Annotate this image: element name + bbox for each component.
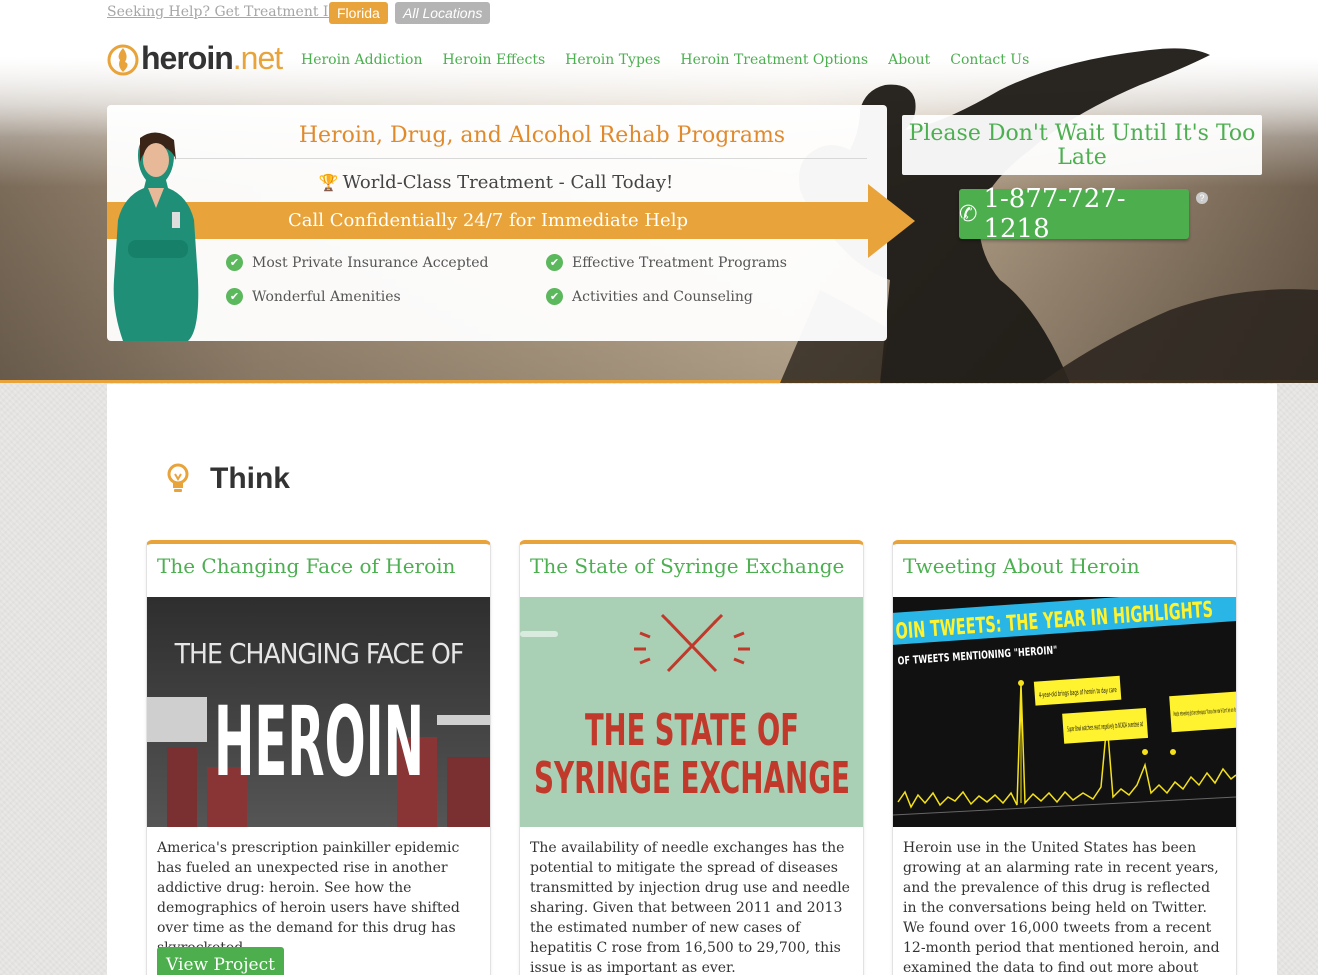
syringe-exchange-graphic: THE STATE OF SYRINGE EXCHANGE [520,597,863,827]
top-bar: Seeking Help? Get Treatment In: Florida … [0,0,1318,27]
check-label: Activities and Counseling [572,288,753,305]
nav-heroin-addiction[interactable]: Heroin Addiction [301,52,422,68]
location-florida-button[interactable]: Florida [329,2,388,24]
graphic-line2: HEROIN [214,686,424,798]
section-title: Think [210,462,290,495]
location-all-button[interactable]: All Locations [395,2,491,24]
help-question-icon[interactable]: ? [1196,192,1208,204]
check-item-activities: ✔ Activities and Counseling [546,288,753,305]
trophy-icon: 🏆 [318,173,339,192]
card-title[interactable]: Tweeting About Heroin [903,554,1140,578]
check-circle-icon: ✔ [226,254,243,271]
check-label: Most Private Insurance Accepted [252,254,489,271]
seeking-help-link[interactable]: Seeking Help? Get Treatment In: [107,4,342,20]
logo-flame-icon [107,44,139,76]
phone-number: 1-877-727-1218 [983,184,1126,244]
phone-icon: ✆ [959,201,978,227]
nav-heroin-effects[interactable]: Heroin Effects [442,52,545,68]
think-section-header: Think [166,462,290,496]
rehab-subtitle-text: World-Class Treatment - Call Today! [342,172,674,193]
check-circle-icon: ✔ [546,288,563,305]
changing-face-graphic: THE CHANGING FACE OF HEROIN [147,597,490,827]
nurse-image [113,132,199,341]
logo-name: heroin [141,39,234,76]
nav-heroin-treatment-options[interactable]: Heroin Treatment Options [680,52,868,68]
card-title[interactable]: The State of Syringe Exchange [530,554,844,578]
check-item-insurance: ✔ Most Private Insurance Accepted [226,254,489,271]
rehab-subtitle: 🏆 World-Class Treatment - Call Today! [192,172,800,193]
rehab-title-divider [171,158,867,159]
check-label: Effective Treatment Programs [572,254,787,271]
card-description: Heroin use in the United States has been… [903,840,1220,975]
card-image[interactable]: THE STATE OF SYRINGE EXCHANGE [520,597,863,827]
graphic-line2: SYRINGE EXCHANGE [534,753,850,804]
check-item-effective: ✔ Effective Treatment Programs [546,254,787,271]
graphic-line1: THE STATE OF [585,705,799,756]
project-card: Tweeting About Heroin OIN TWEETS: THE YE… [892,540,1237,975]
check-item-amenities: ✔ Wonderful Amenities [226,288,401,305]
lightbulb-icon [167,463,189,492]
card-title[interactable]: The Changing Face of Heroin [157,554,455,578]
card-description: The availability of needle exchanges has… [530,840,850,975]
phone-call-button[interactable]: ✆ 1-877-727-1218 [959,184,1189,244]
project-card: The State of Syringe Exchange THE STATE … [519,540,864,975]
card-image[interactable]: THE CHANGING FACE OF HEROIN [147,597,490,827]
nav-contact-us[interactable]: Contact Us [950,52,1029,68]
rehab-title: Heroin, Drug, and Alcohol Rehab Programs [298,123,786,148]
card-image[interactable]: OIN TWEETS: THE YEAR IN HIGHLIGHTS OF TW… [893,597,1236,827]
call-confidentially-band: Call Confidentially 24/7 for Immediate H… [107,202,869,239]
cta-wait-box: Please Don't Wait Until It's Too Late [902,115,1262,175]
tweets-graphic: OIN TWEETS: THE YEAR IN HIGHLIGHTS OF TW… [893,597,1236,827]
nav-about[interactable]: About [888,52,930,68]
check-circle-icon: ✔ [226,288,243,305]
arrow-head [868,184,915,258]
card-description: America's prescription painkiller epidem… [157,840,460,956]
view-project-button[interactable]: View Project [157,947,284,975]
project-card: The Changing Face of Heroin THE CHANGING… [146,540,491,975]
site-logo[interactable]: heroin.net [107,38,283,78]
check-label: Wonderful Amenities [252,288,401,305]
check-circle-icon: ✔ [546,254,563,271]
graphic-line1: THE CHANGING FACE OF [174,637,464,670]
logo-tld: .net [232,39,283,76]
nav-heroin-types[interactable]: Heroin Types [565,52,660,68]
main-nav: Heroin Addiction Heroin Effects Heroin T… [301,52,1029,68]
